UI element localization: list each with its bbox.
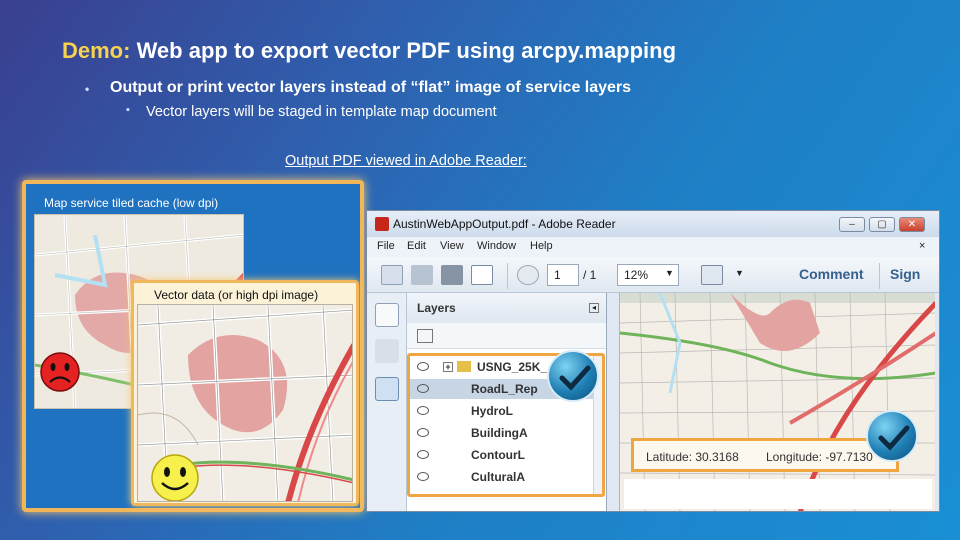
maximize-button[interactable]: ▢ — [869, 217, 895, 232]
minimize-button[interactable]: – — [839, 217, 865, 232]
title-text: Web app to export vector PDF using arcpy… — [130, 38, 677, 63]
menu-edit[interactable]: Edit — [407, 240, 426, 252]
longitude-readout: Longitude: -97.7130 — [766, 450, 873, 464]
close-button[interactable]: ✕ — [899, 217, 925, 232]
happy-face-icon — [150, 453, 200, 501]
low-dpi-panel: Map service tiled cache (low dpi) Vector… — [22, 180, 364, 512]
page-total: / 1 — [583, 268, 597, 282]
edit-pdf-icon[interactable] — [381, 265, 403, 285]
bullet-1-text: Output or print vector layers instead of… — [110, 79, 632, 96]
adobe-caption-link[interactable]: Output PDF viewed in Adobe Reader: — [285, 153, 527, 169]
high-dpi-label: Vector data (or high dpi image) — [154, 288, 319, 302]
layers-icon[interactable] — [375, 377, 399, 401]
navigation-sidebar — [367, 293, 407, 511]
menu-view[interactable]: View — [440, 240, 464, 252]
bullet-2-text: Vector layers will be staged in template… — [146, 104, 497, 120]
high-dpi-map-image — [137, 304, 353, 502]
sad-face-icon — [39, 351, 81, 398]
pdf-document-view — [619, 293, 935, 511]
coordinate-readout-box: Latitude: 30.3168 Longitude: -97.7130 — [631, 438, 899, 472]
pages-icon[interactable] — [375, 303, 399, 327]
adobe-reader-window: AustinWebAppOutput.pdf - Adobe Reader – … — [366, 210, 940, 512]
print-icon[interactable] — [441, 265, 463, 285]
slide-title: Demo: Web app to export vector PDF using… — [62, 38, 676, 64]
collapse-panel-icon[interactable]: ◂ — [589, 303, 599, 313]
options-menu-icon[interactable] — [417, 329, 433, 343]
menu-close-doc-icon[interactable]: × — [919, 240, 925, 252]
menu-help[interactable]: Help — [530, 240, 553, 252]
zoom-dropdown-chevron-icon[interactable]: ▼ — [665, 268, 674, 278]
toolbar-menu-chevron-icon[interactable]: ▼ — [735, 268, 744, 278]
comment-button[interactable]: Comment — [799, 266, 864, 282]
latitude-readout: Latitude: 30.3168 — [646, 450, 739, 464]
save-icon[interactable] — [411, 265, 433, 285]
sign-button[interactable]: Sign — [890, 266, 920, 282]
pdf-app-icon — [375, 217, 389, 231]
fit-page-icon[interactable] — [701, 265, 723, 285]
previous-page-icon[interactable] — [517, 265, 539, 285]
page-number-input[interactable]: 1 — [547, 264, 579, 286]
adobe-title-bar: AustinWebAppOutput.pdf - Adobe Reader – … — [367, 211, 939, 237]
menu-window[interactable]: Window — [477, 240, 516, 252]
checkmark-badge-icon — [866, 410, 918, 462]
pdf-map-image — [620, 293, 935, 511]
adobe-toolbar: 1 / 1 12% ▼ ▼ Comment Sign — [367, 257, 939, 293]
menu-file[interactable]: File — [377, 240, 395, 252]
bullet-level-1: Output or print vector layers instead of… — [85, 79, 632, 97]
layers-panel-header: Layers ◂ — [407, 293, 606, 323]
toolbar-separator-2 — [879, 263, 880, 289]
title-prefix: Demo: — [62, 38, 131, 63]
layers-options-menu[interactable] — [407, 323, 606, 349]
bullet-level-2: Vector layers will be staged in template… — [126, 104, 497, 120]
toolbar-separator — [507, 263, 508, 289]
adobe-menu-bar: File Edit View Window Help × — [367, 237, 939, 257]
high-dpi-panel: Vector data (or high dpi image) — [131, 280, 359, 506]
attachments-icon[interactable] — [375, 339, 399, 363]
email-icon[interactable] — [471, 265, 493, 285]
adobe-window-title: AustinWebAppOutput.pdf - Adobe Reader — [393, 217, 616, 231]
checkmark-badge-icon — [547, 350, 599, 402]
layers-panel-title: Layers — [417, 301, 456, 315]
low-dpi-label: Map service tiled cache (low dpi) — [44, 196, 219, 210]
